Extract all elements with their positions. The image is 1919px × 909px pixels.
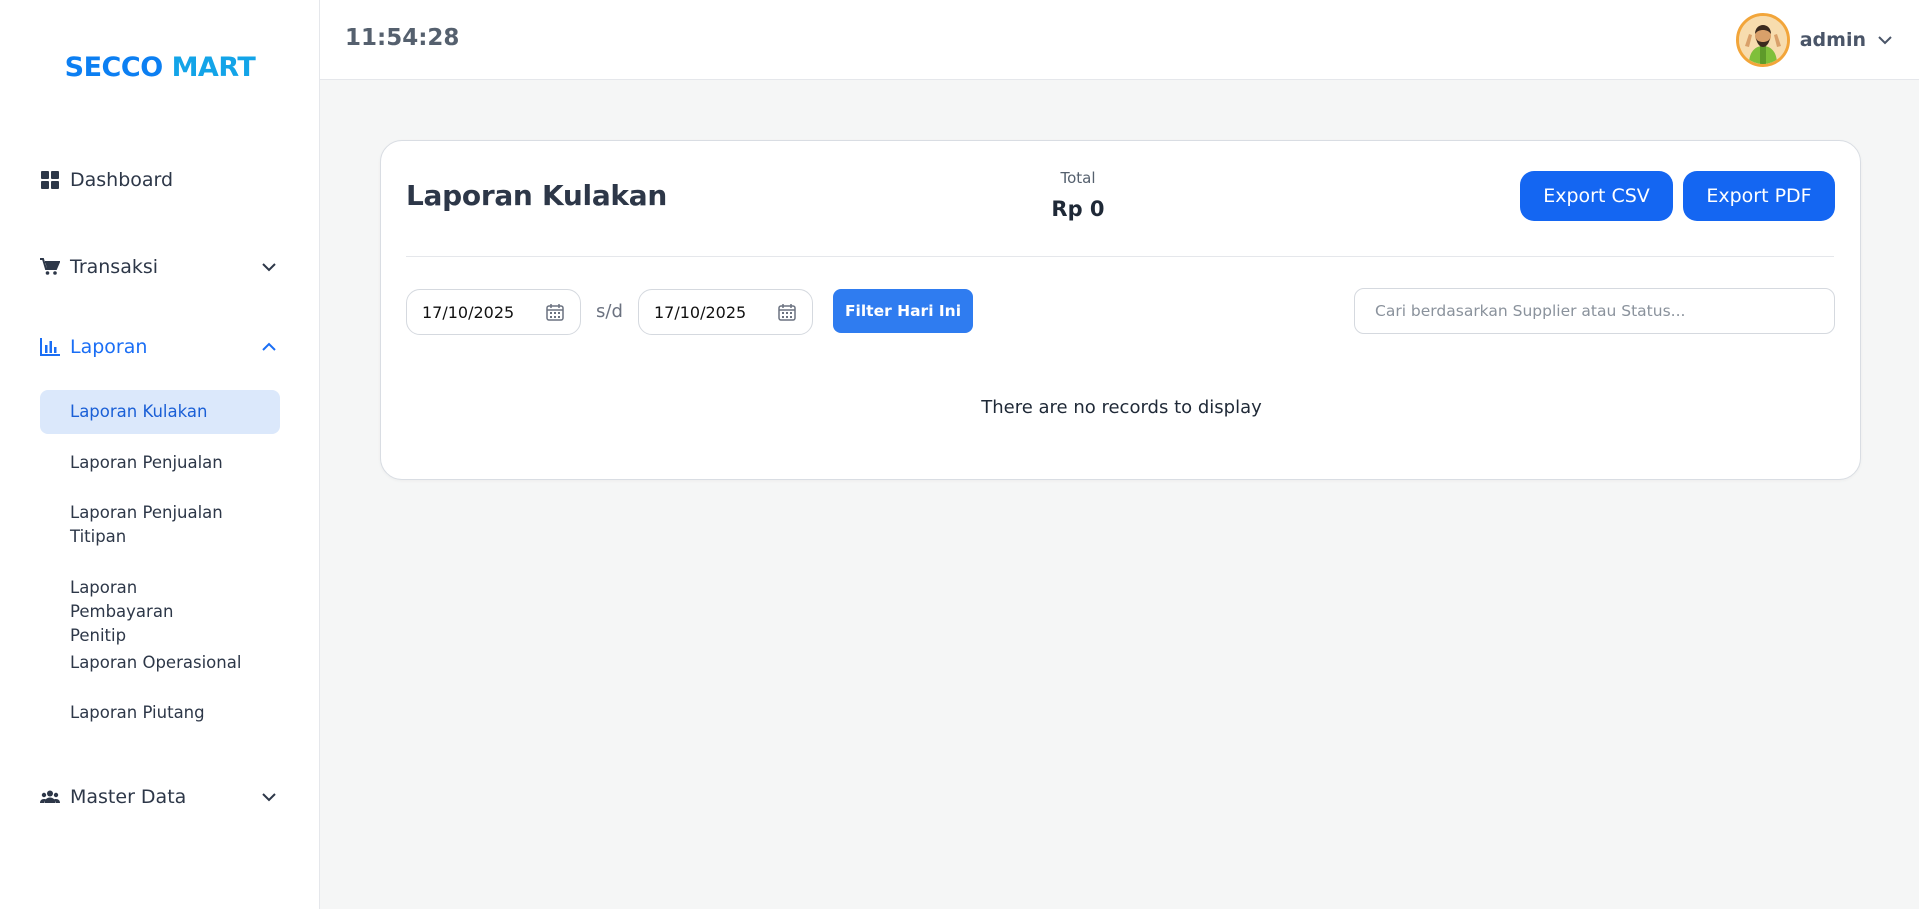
avatar <box>1735 13 1790 67</box>
chevron-down-icon <box>262 263 276 272</box>
brand-logo[interactable]: SECCO MART <box>0 52 320 83</box>
sidebar-subitem-laporan-piutang[interactable]: Laporan Piutang <box>40 701 280 725</box>
sidebar-item-laporan[interactable]: Laporan <box>40 327 280 367</box>
sidebar-item-label: Dashboard <box>70 169 174 191</box>
brand-name-part2: MART <box>171 52 256 83</box>
sidebar-subitem-label: Laporan Pembayaran Penitip <box>70 578 174 645</box>
calendar-icon[interactable] <box>545 302 565 322</box>
chart-icon <box>40 337 60 357</box>
user-menu[interactable]: admin <box>1735 12 1894 68</box>
sidebar-subitem-label: Laporan Kulakan <box>70 402 208 421</box>
date-from-input[interactable]: 17/10/2025 <box>406 289 581 335</box>
sidebar-subitem-laporan-kulakan[interactable]: Laporan Kulakan <box>40 390 280 434</box>
cart-icon <box>40 257 60 277</box>
filter-today-button[interactable]: Filter Hari Ini <box>833 289 973 333</box>
sidebar-subitem-label: Laporan Penjualan <box>70 453 223 472</box>
sidebar-subitem-label: Laporan Piutang <box>70 703 205 722</box>
chevron-down-icon <box>1878 36 1892 45</box>
date-separator: s/d <box>596 301 623 322</box>
brand-name-part1: SECCO <box>64 52 163 83</box>
sidebar-item-transaksi[interactable]: Transaksi <box>40 247 280 287</box>
report-card: Laporan Kulakan Total Rp 0 Export CSV Ex… <box>380 140 1861 480</box>
sidebar-subitem-label: Laporan Penjualan Titipan <box>70 503 223 546</box>
export-pdf-button[interactable]: Export PDF <box>1683 171 1835 221</box>
sidebar: SECCO MART Dashboard Transaksi Laporan L… <box>0 0 320 909</box>
clock: 11:54:28 <box>345 25 460 51</box>
username: admin <box>1799 29 1866 51</box>
top-header: 11:54:28 admin <box>320 0 1919 80</box>
sidebar-subitem-label: Laporan Operasional <box>70 653 242 672</box>
users-icon <box>40 787 60 807</box>
calendar-icon[interactable] <box>777 302 797 322</box>
search-input[interactable] <box>1354 288 1835 334</box>
date-to-value: 17/10/2025 <box>654 302 747 322</box>
sidebar-item-dashboard[interactable]: Dashboard <box>40 160 280 200</box>
chevron-down-icon <box>262 793 276 802</box>
export-csv-button[interactable]: Export CSV <box>1520 171 1673 221</box>
sidebar-subitem-laporan-pembayaran-penitip[interactable]: Laporan Pembayaran Penitip <box>40 576 260 648</box>
date-to-input[interactable]: 17/10/2025 <box>638 289 813 335</box>
date-from-value: 17/10/2025 <box>422 302 515 322</box>
sidebar-subitem-laporan-penjualan-titipan[interactable]: Laporan Penjualan Titipan <box>40 501 260 549</box>
sidebar-item-label: Master Data <box>70 786 187 808</box>
sidebar-subitem-laporan-penjualan[interactable]: Laporan Penjualan <box>40 451 280 475</box>
divider <box>406 256 1834 257</box>
sidebar-item-label: Transaksi <box>70 256 159 278</box>
sidebar-item-label: Laporan <box>70 336 148 358</box>
empty-state-message: There are no records to display <box>981 397 1262 418</box>
sidebar-subitem-laporan-operasional[interactable]: Laporan Operasional <box>40 651 280 675</box>
sidebar-item-master-data[interactable]: Master Data <box>40 777 280 817</box>
grid-icon <box>40 170 60 190</box>
chevron-up-icon <box>262 342 276 351</box>
